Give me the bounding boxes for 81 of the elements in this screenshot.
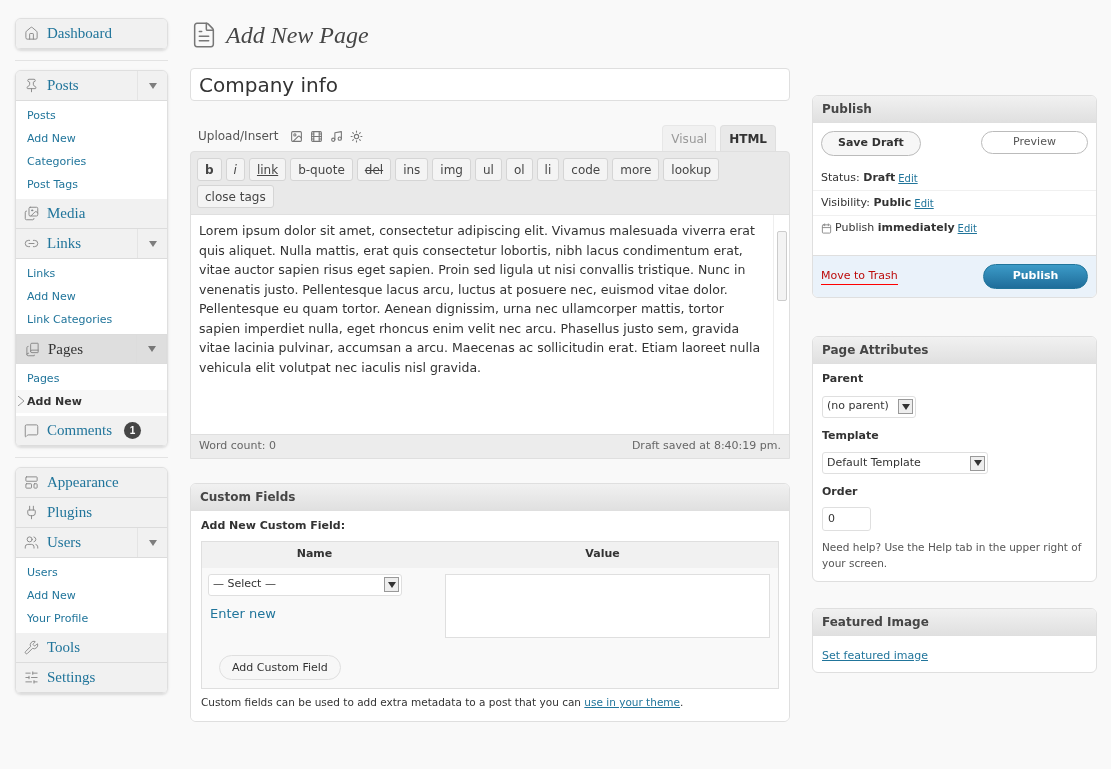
panel-title: Publish [822, 101, 872, 118]
submenu-item[interactable]: Categories [16, 150, 167, 173]
set-featured-image-link[interactable]: Set featured image [822, 648, 928, 662]
submenu-item[interactable]: Add New [16, 285, 167, 308]
submenu-item[interactable]: Users [16, 561, 167, 584]
sidebar-menu-item[interactable]: Appearance [16, 468, 167, 497]
column-header: Name [295, 546, 334, 563]
quicktag-button[interactable]: lookup [663, 158, 720, 181]
enter-new-link[interactable]: Enter new [208, 603, 433, 623]
save-draft-button[interactable]: Save Draft [821, 131, 921, 156]
publish-setting: Visibility: Public [821, 194, 912, 211]
edit-link[interactable]: Edit [914, 195, 934, 211]
parent-label: Parent [822, 371, 865, 387]
submenu-item[interactable]: Link Categories [16, 308, 167, 331]
menu-label: Settings [47, 668, 96, 688]
draft-saved-status: Draft saved at 8:40:19 pm. [631, 438, 781, 455]
edit-link[interactable]: Edit [957, 221, 977, 236]
submenu-item[interactable]: Links [16, 262, 167, 285]
quicktag-button[interactable]: code [563, 158, 609, 181]
publish-setting: Status: Draft [821, 169, 896, 186]
panel-title: Featured Image [822, 613, 929, 631]
column-header: Value [584, 546, 621, 563]
submenu-item[interactable]: Post Tags [16, 173, 167, 196]
dropdown[interactable]: Default Template [822, 452, 988, 474]
sidebar-menu-item[interactable]: Media [16, 199, 167, 228]
quicktag-button[interactable]: b [197, 158, 222, 181]
title-field[interactable]: Company info [190, 68, 790, 101]
edit-link[interactable]: Edit [898, 170, 918, 186]
custom-fields-note: Custom fields can be used to add extra metadata to a post that you can use in your theme. [201, 695, 685, 711]
sidebar-menu-item[interactable]: Comments 1 [16, 416, 167, 445]
panel-title: Page Attributes [822, 342, 929, 359]
custom-field-subtitle: Add New Custom Field: [201, 518, 347, 534]
dropdown[interactable]: (no parent) [822, 395, 916, 418]
quicktag-button[interactable]: more [612, 158, 660, 181]
quicktag-button[interactable]: close tags [197, 185, 274, 208]
quicktag-button[interactable]: li [536, 158, 560, 181]
menu-label: Posts [47, 76, 79, 96]
submenu-item[interactable]: Pages [16, 367, 167, 390]
move-to-trash-link[interactable]: Move to Trash [821, 267, 898, 286]
order-label: Order [822, 484, 859, 500]
menu-label: Comments [47, 421, 112, 441]
quicktag-button[interactable]: b-quote [290, 158, 353, 181]
sidebar-menu-item[interactable]: Plugins [16, 498, 167, 527]
quicktag-button[interactable]: ul [474, 158, 502, 181]
panel-title: Custom Fields [200, 489, 296, 506]
help-text: Need help? Use the Help tab in the upper right of your screen. [822, 539, 1083, 571]
page-title: Add New Page [226, 21, 369, 50]
theme-link[interactable]: use in your theme [584, 696, 681, 709]
submenu-item[interactable]: Add New [16, 390, 167, 413]
sidebar-menu-item[interactable]: Settings [16, 663, 167, 692]
menu-label: Dashboard [47, 24, 112, 44]
publish-setting: Publish immediately [835, 220, 955, 237]
publish-button[interactable]: Publish [983, 264, 1088, 289]
menu-label: Links [47, 234, 82, 254]
order-field[interactable]: 0 [822, 506, 871, 531]
menu-label: Appearance [47, 473, 119, 493]
menu-label: Plugins [47, 503, 92, 523]
submenu-item[interactable]: Posts [16, 104, 167, 127]
quicktag-button[interactable]: img [432, 158, 471, 181]
preview-button[interactable]: Preview [981, 131, 1088, 154]
word-count: Word count: 0 [199, 438, 276, 455]
menu-label: Media [47, 204, 86, 224]
submenu-item[interactable]: Add New [16, 584, 167, 607]
submenu-item[interactable]: Add New [16, 127, 167, 150]
quicktag-button[interactable]: link [248, 158, 287, 181]
sidebar-menu-item[interactable]: Dashboard [16, 19, 167, 48]
quicktag-button[interactable]: ol [505, 158, 533, 181]
submenu-item[interactable]: Your Profile [16, 607, 167, 630]
quicktag-button[interactable]: ins [395, 158, 429, 181]
quicktag-button[interactable]: i [225, 158, 245, 181]
dropdown[interactable]: — Select — [208, 573, 402, 596]
count-badge: 1 [124, 422, 141, 439]
sidebar-menu-item[interactable]: Tools [16, 633, 167, 662]
upload-insert-label: Upload/Insert [198, 128, 279, 145]
menu-label: Users [47, 533, 82, 553]
add-custom-field-button[interactable]: Add Custom Field [219, 655, 341, 681]
quicktag-button[interactable]: del [356, 158, 392, 181]
menu-label: Pages [48, 339, 83, 359]
editor-tab[interactable]: HTML [720, 125, 776, 151]
template-label: Template [822, 427, 880, 444]
menu-label: Tools [47, 638, 81, 658]
